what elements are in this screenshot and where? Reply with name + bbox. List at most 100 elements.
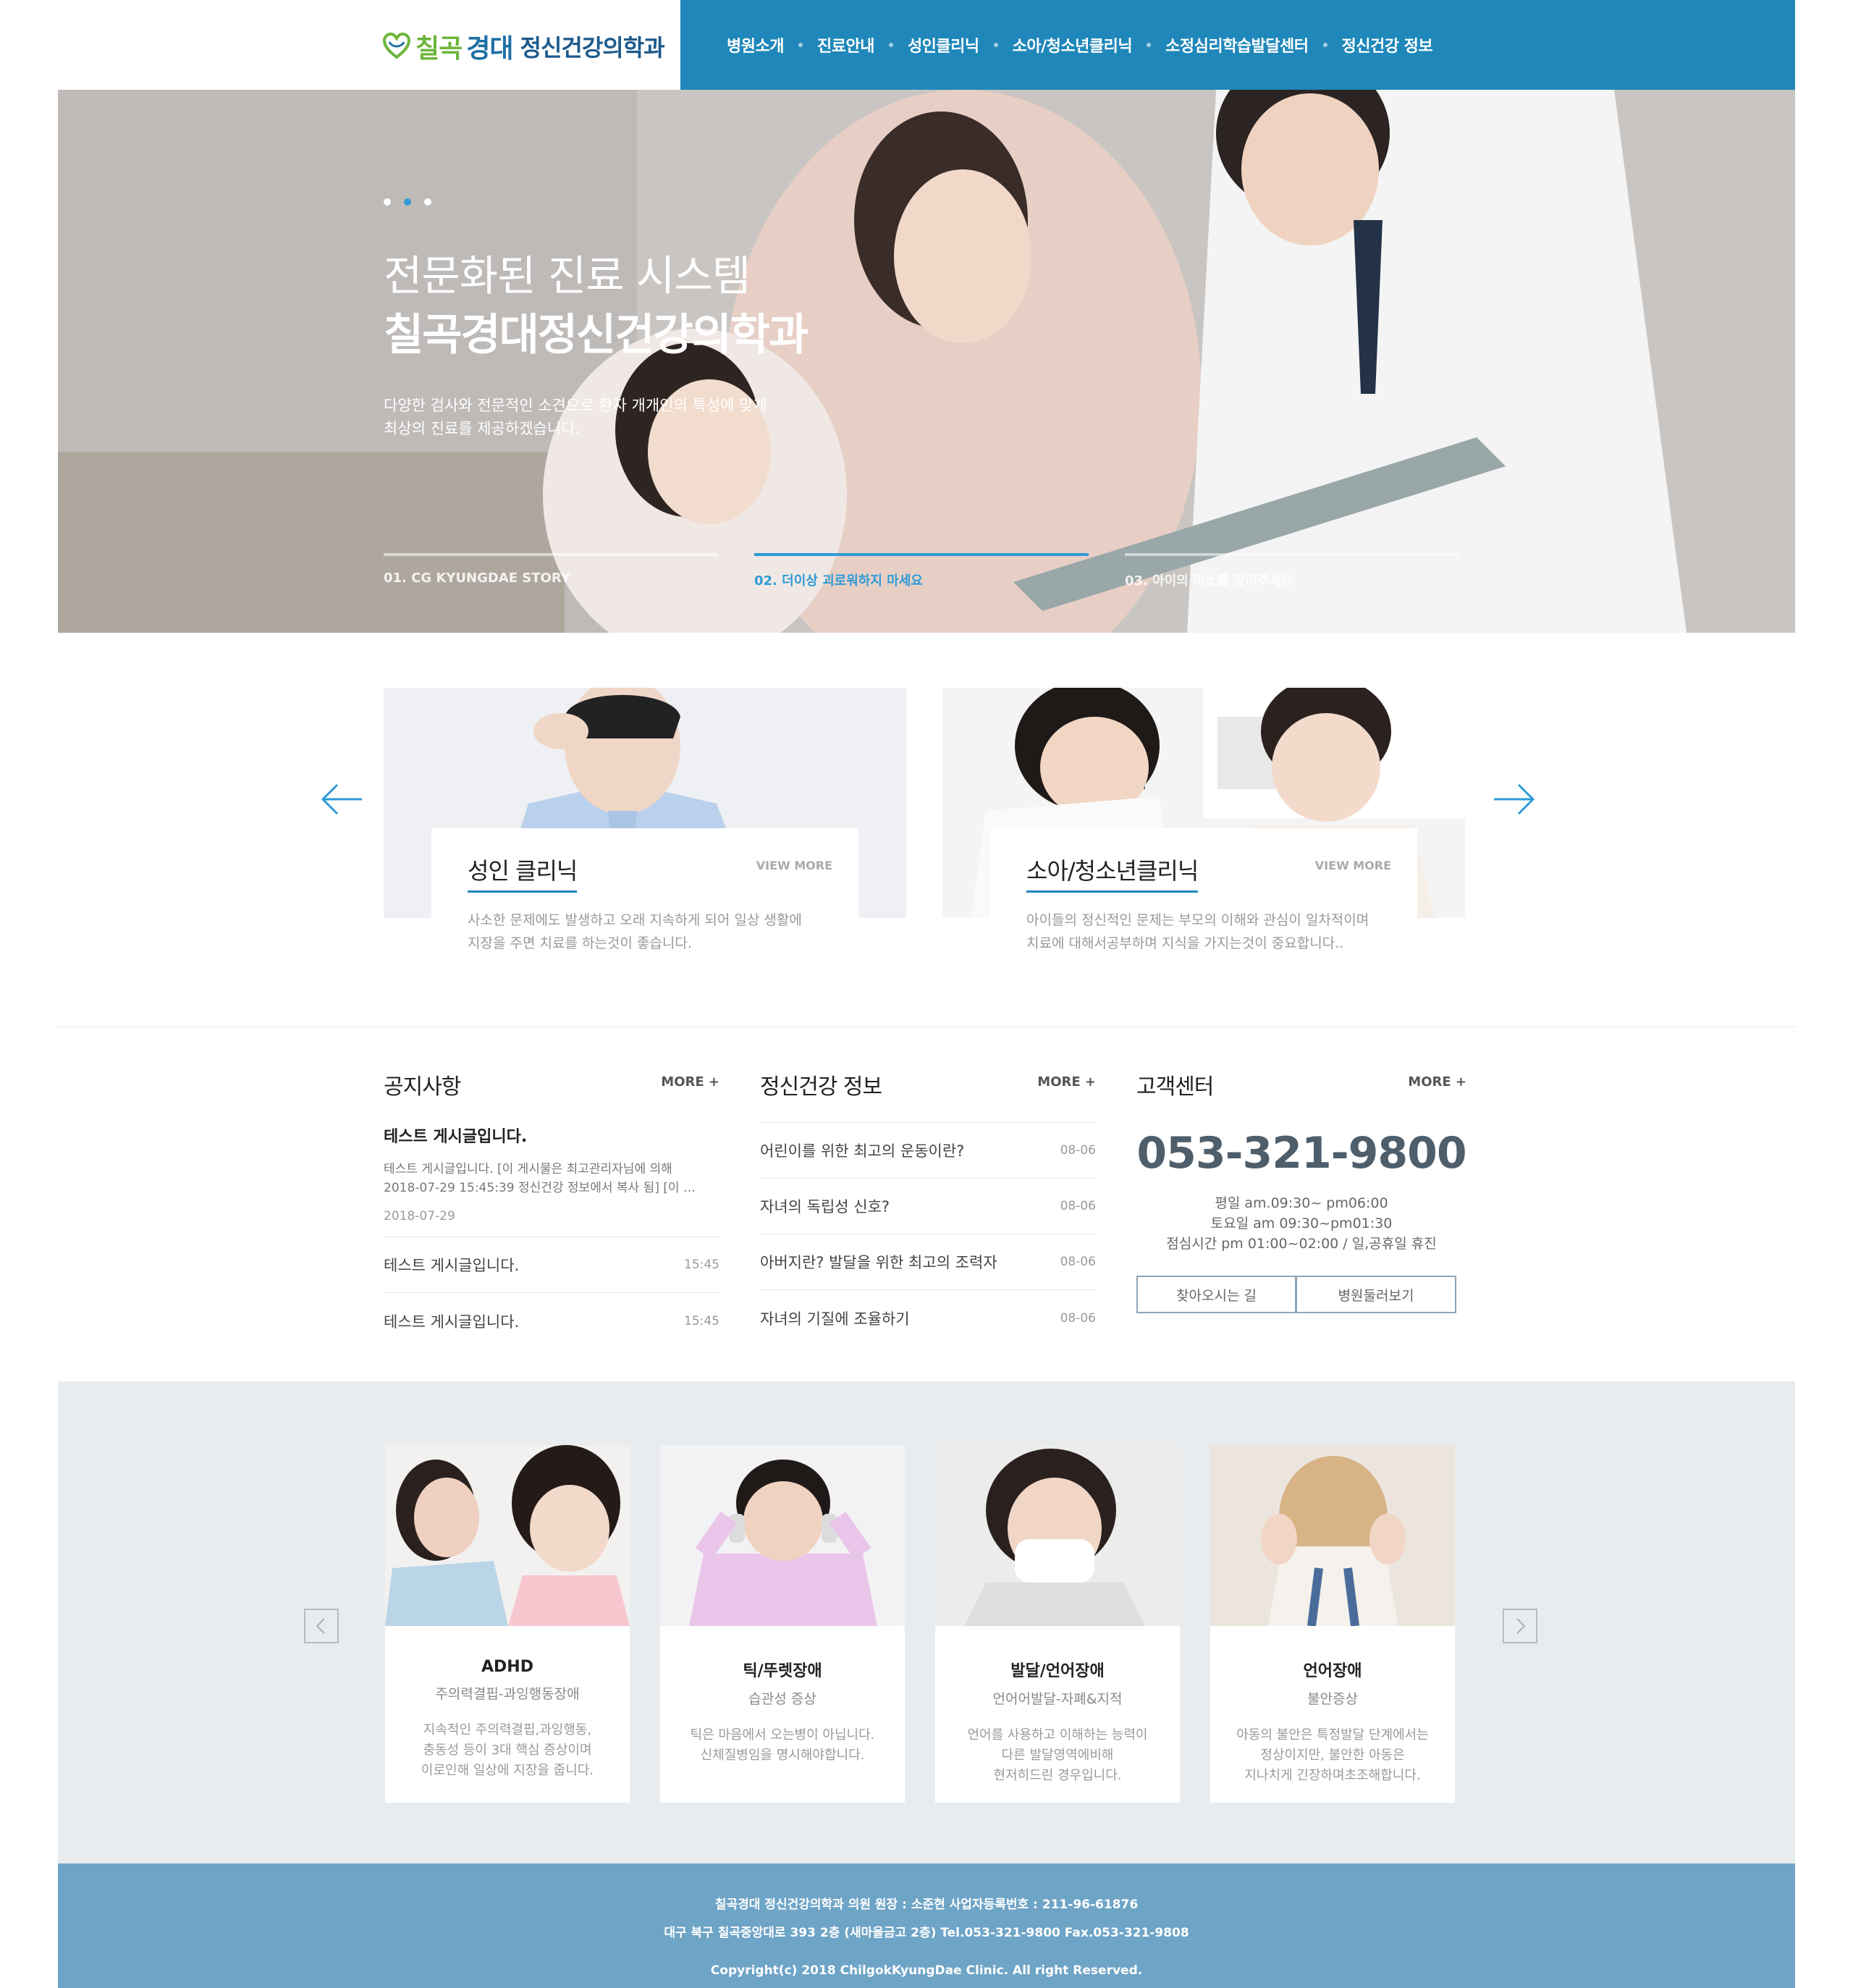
hero-photo	[58, 90, 1795, 633]
heart-logo-icon	[382, 32, 411, 59]
disorder-tic-subtitle: 습관성 증상	[748, 1691, 816, 1707]
nav-item-adult-clinic[interactable]: 성인클리닉	[908, 33, 979, 56]
disorder-anxiety-subtitle: 불안증상	[1307, 1691, 1358, 1707]
disorder-development-photo	[935, 1445, 1180, 1626]
hero-dot-2[interactable]	[404, 198, 411, 206]
nav-separator	[1147, 43, 1152, 47]
logo-area: 칠곡 경대 정신건강의학과	[58, 0, 680, 90]
disorder-development-name: 발달/언어장애	[1010, 1662, 1105, 1680]
health-info-section: 정신건강 정보 MORE + 어린이를 위한 최고의 운동이란? 08-06 자…	[760, 1069, 1096, 1346]
logo[interactable]: 칠곡 경대 정신건강의학과	[382, 28, 665, 65]
hospital-tour-button[interactable]: 병원둘러보기	[1296, 1276, 1456, 1313]
nav-item-child-clinic[interactable]: 소아/청소년클리닉	[1013, 33, 1133, 56]
disorders-prev-button[interactable]	[304, 1609, 339, 1643]
nav-item-treatment[interactable]: 진료안내	[817, 33, 874, 56]
disorder-adhd-subtitle: 주의력결핍-과잉행동장애	[435, 1686, 580, 1702]
health-info-more-link[interactable]: MORE +	[1037, 1074, 1096, 1090]
customer-center-more-link[interactable]: MORE +	[1408, 1074, 1466, 1090]
logo-text-2: 경대	[466, 34, 513, 64]
arrow-right-icon[interactable]	[1491, 782, 1537, 817]
directions-button[interactable]: 찾아오시는 길	[1136, 1276, 1296, 1313]
disorder-desc-line: 다른 발달영역에비해	[1001, 1748, 1114, 1763]
clinic-adult-desc: 사소한 문제에도 발생하고 오래 지속하게 되어 일상 생활에 지장을 주면 치…	[468, 909, 821, 955]
footer-business-info: 칠곡경대 정신건강의학과 의원 원장 : 소준현 사업자등록번호 : 211-9…	[714, 1898, 1139, 1912]
nav-separator	[1322, 43, 1328, 47]
hero-dot-3[interactable]	[424, 198, 431, 206]
notice-item-date: 15:45	[684, 1313, 719, 1328]
clinic-adult-desc-line1: 사소한 문제에도 발생하고 오래 지속하게 되어 일상 생활에	[468, 912, 802, 928]
disorder-tic-name: 틱/뚜렛장애	[743, 1662, 822, 1680]
disorder-card-anxiety[interactable]: 언어장애 불안증상 아동의 불안은 특정발달 단계에서는 정상이지만, 불안한 …	[1210, 1445, 1455, 1803]
hero-dot-1[interactable]	[384, 198, 391, 206]
health-info-item[interactable]: 자녀의 독립성 신호? 08-06	[760, 1179, 1096, 1234]
arrow-left-icon[interactable]	[318, 782, 365, 817]
notice-item-title[interactable]: 테스트 게시글입니다.	[384, 1254, 519, 1276]
disorder-card-tic[interactable]: 틱/뚜렛장애 습관성 증상 틱은 마음에서 오는병이 아닙니다. 신체질병임을 …	[660, 1445, 905, 1803]
health-info-item-title[interactable]: 자녀의 독립성 신호?	[760, 1195, 890, 1217]
notice-more-link[interactable]: MORE +	[661, 1074, 719, 1090]
clinic-adult-title[interactable]: 성인 클리닉	[468, 853, 578, 893]
health-info-item-date: 08-06	[1060, 1143, 1096, 1158]
hero-desc-line1: 다양한 검사와 전문적인 소견으로 환자 개개인의 특성에 맞게	[384, 397, 767, 414]
phone-number: 053-321-9800	[1136, 1128, 1466, 1179]
notice-header: 공지사항 MORE +	[384, 1069, 719, 1100]
nav-item-health-info[interactable]: 정신건강 정보	[1342, 33, 1433, 56]
hero-tab-1[interactable]: 01. CG KYUNGDAE STORY	[384, 553, 718, 589]
disorder-tic-desc: 틱은 마음에서 오는병이 아닙니다. 신체질병임을 명시해야합니다.	[660, 1725, 905, 1766]
disorder-desc-line: 현저히드린 경우입니다.	[993, 1768, 1122, 1783]
clinic-card-child[interactable]: 소아/청소년클리닉 VIEW MORE 아이들의 정신적인 문제는 부모의 이해…	[942, 688, 1465, 977]
health-info-item-date: 08-06	[1060, 1199, 1096, 1213]
hero-description: 다양한 검사와 전문적인 소견으로 환자 개개인의 특성에 맞게 최상의 진료를…	[384, 394, 818, 440]
health-info-item-title[interactable]: 자녀의 기질에 조율하기	[760, 1307, 910, 1329]
hours-lunch: 점심시간 pm 01:00~02:00 / 일,공휴일 휴진	[1166, 1236, 1437, 1252]
health-info-item-title[interactable]: 어린이를 위한 최고의 운동이란?	[760, 1140, 964, 1161]
clinic-child-box: 소아/청소년클리닉 VIEW MORE 아이들의 정신적인 문제는 부모의 이해…	[990, 828, 1417, 977]
disorder-desc-line: 정상이지만, 불안한 아동은	[1260, 1748, 1405, 1763]
disorder-desc-line: 지속적인 주의력결핍,과잉행동,	[423, 1722, 592, 1738]
disorder-desc-line: 이로인해 일상에 지장을 줍니다.	[421, 1763, 594, 1778]
chevron-right-icon	[1516, 1618, 1526, 1634]
chevron-left-icon	[316, 1618, 325, 1634]
disorder-anxiety-name: 언어장애	[1303, 1662, 1362, 1680]
health-info-item[interactable]: 아버지란? 발달을 위한 최고의 조력자 08-06	[760, 1234, 1096, 1290]
disorder-adhd-photo	[385, 1445, 630, 1626]
nav-item-about[interactable]: 병원소개	[727, 33, 784, 56]
footer-address: 대구 북구 칠곡중앙대로 393 2층 (새마을금고 2층) Tel.053-3…	[664, 1926, 1189, 1940]
disorder-anxiety-photo	[1210, 1445, 1455, 1627]
hero-tab-2[interactable]: 02. 더이상 괴로워하지 마세요	[754, 553, 1089, 589]
disorder-card-adhd[interactable]: ADHD 주의력결핍-과잉행동장애 지속적인 주의력결핍,과잉행동, 충동성 등…	[385, 1445, 630, 1803]
customer-center-title: 고객센터	[1136, 1074, 1214, 1100]
nav-separator	[888, 43, 893, 47]
hero-slider: 전문화된 진료 시스템 칠곡경대정신건강의학과 다양한 검사와 전문적인 소견으…	[58, 90, 1795, 633]
clinic-child-title[interactable]: 소아/청소년클리닉	[1026, 853, 1199, 893]
notice-list-item[interactable]: 테스트 게시글입니다. 15:45	[384, 1237, 719, 1293]
hours-weekday: 평일 am.09:30~ pm06:00	[1215, 1195, 1388, 1211]
disorder-adhd-desc: 지속적인 주의력결핍,과잉행동, 충동성 등이 3대 핵심 증상이며 이로인해 …	[385, 1720, 630, 1781]
site-footer: 칠곡경대 정신건강의학과 의원 원장 : 소준현 사업자등록번호 : 211-9…	[58, 1863, 1795, 1988]
notice-item-date: 15:45	[684, 1258, 719, 1272]
clinic-child-view-more[interactable]: VIEW MORE	[1315, 859, 1391, 872]
health-info-title: 정신건강 정보	[760, 1074, 882, 1100]
notice-featured-desc-line2: 2018-07-29 15:45:39 정신건강 정보에서 복사 됨] [이 …	[384, 1181, 696, 1195]
clinic-card-adult[interactable]: 성인 클리닉 VIEW MORE 사소한 문제에도 발생하고 오래 지속하게 되…	[384, 688, 906, 977]
nav-item-development-center[interactable]: 소정심리학습발달센터	[1165, 33, 1309, 56]
disorder-card-development[interactable]: 발달/언어장애 언어어발달-자폐&지적 언어를 사용하고 이해하는 능력이 다른…	[935, 1445, 1180, 1803]
hero-title-line2: 칠곡경대정신건강의학과	[384, 310, 809, 361]
health-info-item[interactable]: 자녀의 기질에 조율하기 08-06	[760, 1290, 1096, 1346]
clinic-adult-view-more[interactable]: VIEW MORE	[756, 859, 832, 872]
disorders-next-button[interactable]	[1503, 1609, 1537, 1643]
notice-featured-desc-line1: 테스트 게시글입니다. [이 게시물은 최고관리자님에 의해	[384, 1162, 672, 1176]
notice-item-title[interactable]: 테스트 게시글입니다.	[384, 1310, 519, 1332]
hero-tabs: 01. CG KYUNGDAE STORY 02. 더이상 괴로워하지 마세요 …	[384, 553, 1524, 589]
notice-featured-title[interactable]: 테스트 게시글입니다.	[384, 1124, 719, 1147]
hero-title-line1: 전문화된 진료 시스템	[384, 251, 751, 300]
notice-featured-post[interactable]: 테스트 게시글입니다. 테스트 게시글입니다. [이 게시물은 최고관리자님에 …	[384, 1124, 719, 1237]
hero-tab-3[interactable]: 03. 아이의 미소를 찾아주세요	[1125, 553, 1459, 589]
customer-buttons: 찾아오시는 길 병원둘러보기	[1136, 1276, 1456, 1313]
disorder-desc-line: 신체질병임을 명시해야합니다.	[700, 1748, 865, 1763]
health-info-item-title[interactable]: 아버지란? 발달을 위한 최고의 조력자	[760, 1251, 997, 1273]
health-info-item-date: 08-06	[1060, 1255, 1096, 1269]
notice-list-item[interactable]: 테스트 게시글입니다. 15:45	[384, 1293, 719, 1349]
health-info-item[interactable]: 어린이를 위한 최고의 운동이란? 08-06	[760, 1123, 1096, 1179]
notice-featured-desc: 테스트 게시글입니다. [이 게시물은 최고관리자님에 의해 2018-07-2…	[384, 1160, 719, 1197]
